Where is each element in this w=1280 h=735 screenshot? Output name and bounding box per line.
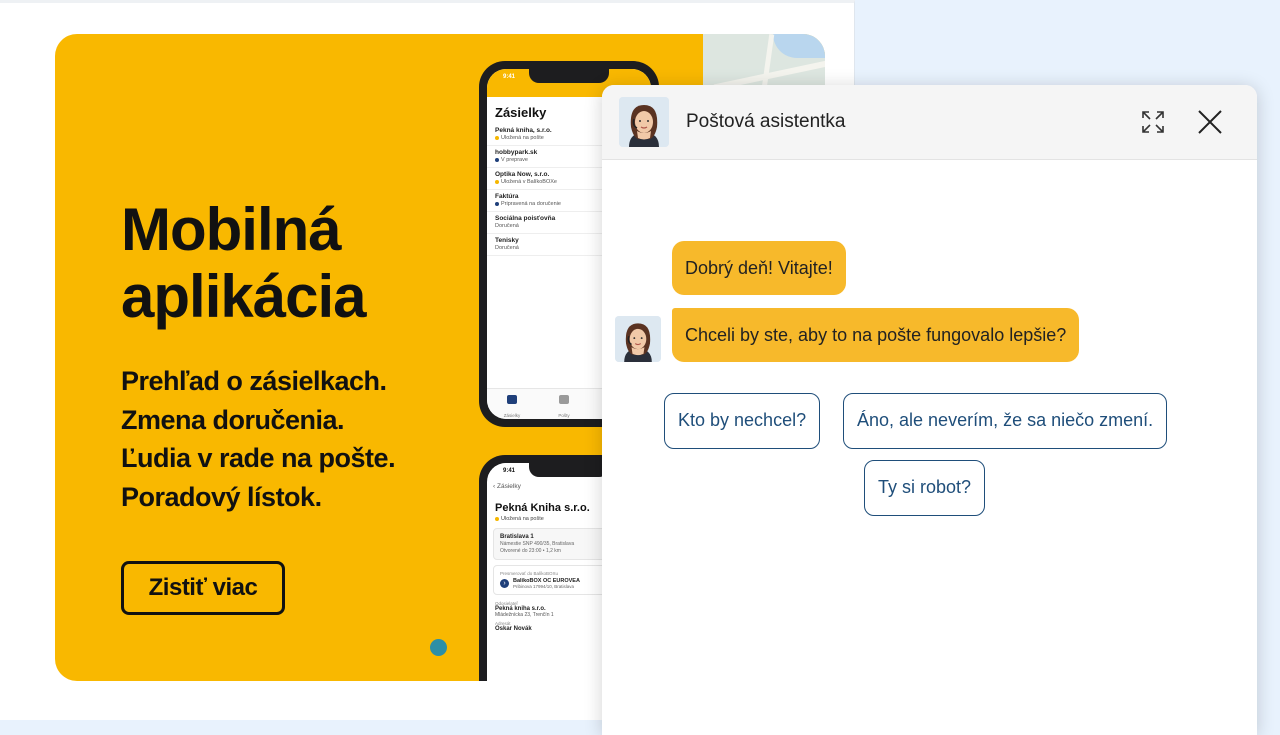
chat-message: Dobrý deň! Vitajte! [672, 241, 846, 295]
feature-item: Poradový lístok. [121, 481, 322, 512]
chat-widget: Poštová asistentka Dobrý deň! Vitajte! C… [602, 85, 1257, 735]
feature-item: Prehľad o zásielkach. [121, 366, 387, 396]
carousel-dot[interactable] [430, 639, 447, 656]
quick-reply-button[interactable]: Áno, ale neverím, že sa niečo zmení. [843, 393, 1168, 449]
chat-header: Poštová asistentka [602, 85, 1257, 160]
learn-more-button[interactable]: Zistiť viac [121, 561, 285, 615]
feature-item: Ľudia v rade na pošte. [121, 443, 396, 473]
banner-title-line2: aplikácia [121, 263, 367, 330]
banner-title-line1: Mobilná [121, 196, 342, 263]
feature-item: Zmena doručenia. [121, 404, 345, 435]
quick-reply-button[interactable]: Ty si robot? [864, 460, 986, 516]
assistant-avatar [619, 97, 669, 147]
expand-icon[interactable] [1138, 107, 1168, 137]
feature-list: Prehľad o zásielkach. Zmena doručenia. Ľ… [121, 362, 396, 516]
quick-reply-button[interactable]: Kto by nechcel? [664, 393, 821, 449]
chat-title: Poštová asistentka [686, 111, 846, 132]
close-icon[interactable] [1195, 107, 1225, 137]
assistant-avatar [615, 316, 661, 362]
arrow-right-icon: › [500, 579, 509, 588]
banner-title: Mobilná aplikácia [121, 196, 367, 330]
chat-message: Chceli by ste, aby to na pošte fungovalo… [672, 308, 1080, 362]
